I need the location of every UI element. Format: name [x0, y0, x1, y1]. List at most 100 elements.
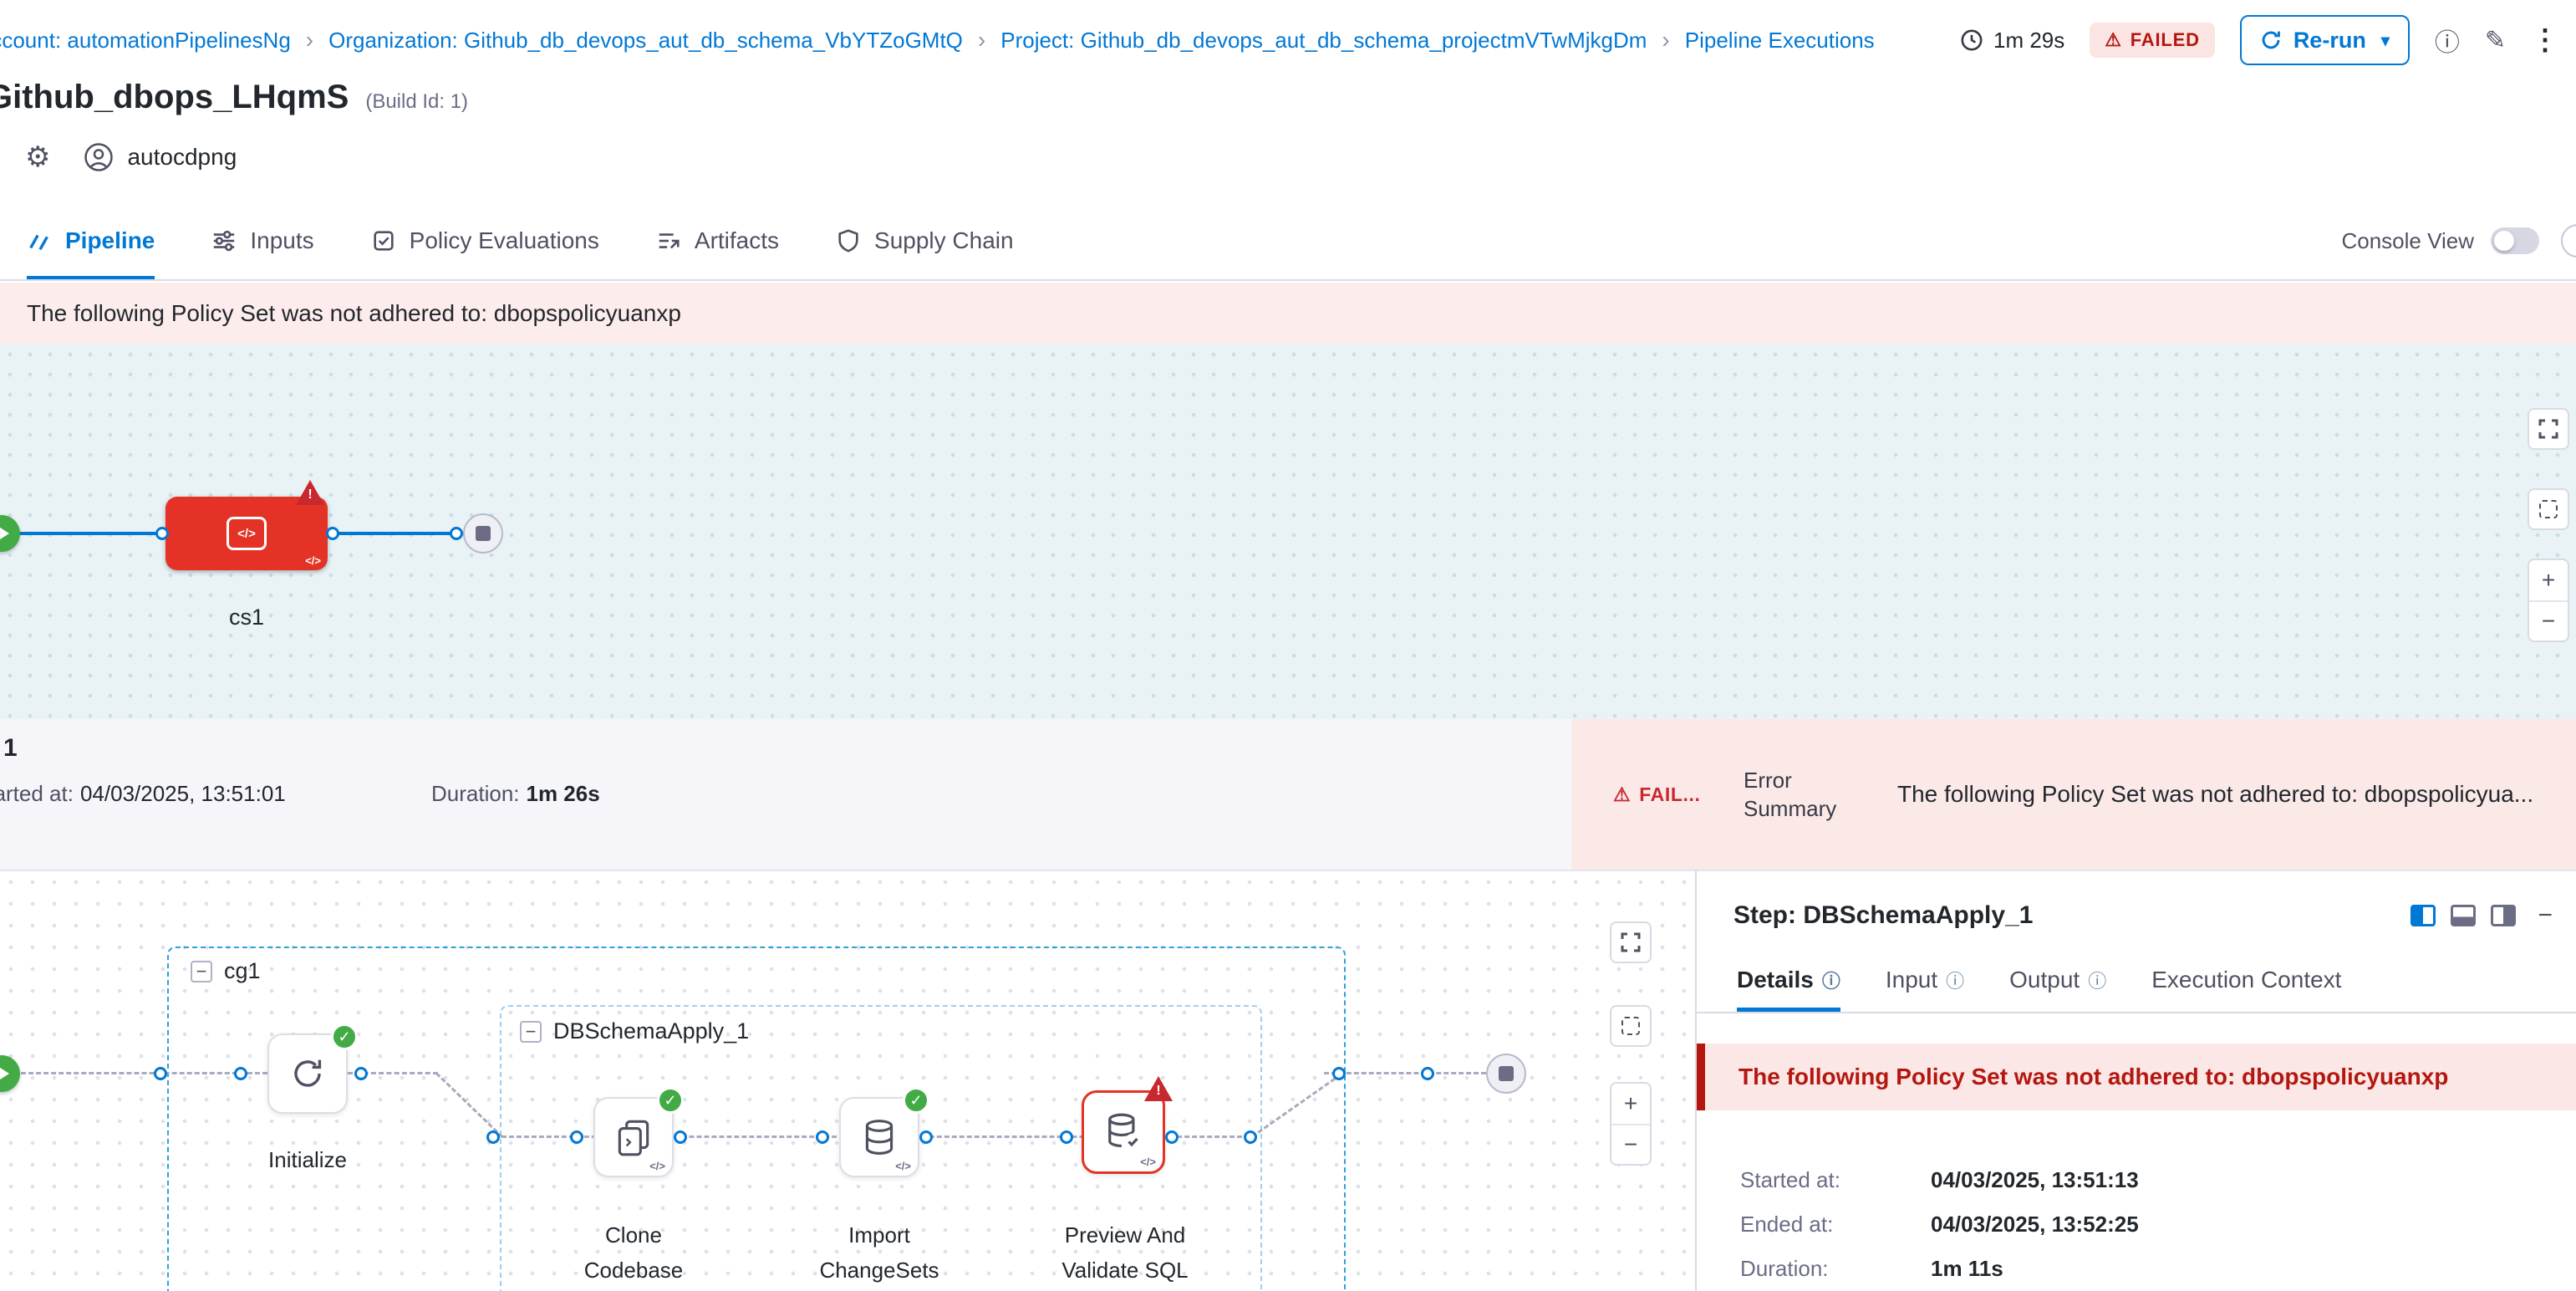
layout-split-left-icon[interactable] — [2411, 905, 2436, 926]
rerun-label: Re-run — [2293, 28, 2366, 54]
layout-split-right-icon[interactable] — [2491, 905, 2516, 926]
info-icon[interactable]: ⓘ — [1946, 967, 1964, 993]
zoom-controls: + − — [2528, 559, 2569, 642]
zoom-out-button[interactable]: − — [1611, 1124, 1650, 1164]
minimize-panel-icon[interactable]: − — [2538, 901, 2553, 930]
layout-split-bottom-icon[interactable] — [2451, 905, 2476, 926]
connector-dot — [326, 527, 339, 540]
gear-icon[interactable]: ⚙ — [25, 140, 50, 174]
error-summary-line1: Error — [1744, 768, 1792, 793]
panel-title: Step: DBSchemaApply_1 — [1733, 901, 2033, 930]
detail-value: 1m 11s — [1931, 1256, 2003, 1282]
zoom-in-button[interactable]: + — [1611, 1084, 1650, 1124]
pipeline-end-node[interactable] — [463, 513, 503, 554]
info-icon[interactable]: ⓘ — [2088, 967, 2106, 993]
connector-dot — [816, 1130, 829, 1144]
zoom-out-button[interactable]: − — [2529, 600, 2568, 640]
step-import-changesets[interactable]: </> ✓ — [839, 1097, 919, 1177]
tab-inputs[interactable]: Inputs — [211, 227, 313, 279]
chevron-down-icon: ▾ — [2381, 30, 2390, 51]
build-id: (Build Id: 1) — [365, 90, 468, 114]
breadcrumb-project[interactable]: Project: Github_db_devops_aut_db_schema_… — [1000, 28, 1647, 54]
execution-end-node[interactable] — [1486, 1054, 1526, 1094]
fullscreen-button[interactable] — [2528, 408, 2569, 450]
chevron-right-icon: › — [1662, 27, 1669, 54]
reset-zoom-button[interactable] — [1610, 1005, 1652, 1047]
connector-dot — [154, 1067, 167, 1080]
play-icon — [0, 1066, 9, 1081]
step-details-list: Started at: 04/03/2025, 13:51:13 Ended a… — [1740, 1167, 2576, 1282]
edge-line — [13, 1072, 267, 1074]
tab-supply-chain[interactable]: Supply Chain — [836, 227, 1014, 279]
tab-details[interactable]: Details ⓘ — [1737, 967, 1840, 1012]
success-check-icon: ✓ — [331, 1023, 358, 1050]
breadcrumb-organization[interactable]: Organization: Github_db_devops_aut_db_sc… — [328, 28, 963, 54]
policy-banner: The following Policy Set was not adhered… — [0, 283, 2576, 344]
step-label-clone-codebase: Clone Codebase — [575, 1217, 692, 1288]
play-icon — [0, 526, 9, 541]
reset-zoom-button[interactable] — [2528, 488, 2569, 530]
breadcrumb-pipeline-executions[interactable]: Pipeline Executions — [1685, 28, 1875, 54]
error-text: The following Policy Set was not adhered… — [1739, 1064, 2448, 1090]
step-initialize[interactable]: ✓ — [267, 1033, 348, 1114]
database-check-icon — [1102, 1110, 1145, 1154]
policy-banner-message: The following Policy Set was not adhered… — [27, 300, 681, 327]
tab-artifacts[interactable]: Artifacts — [656, 227, 779, 279]
tab-input[interactable]: Input ⓘ — [1886, 967, 1964, 1012]
tab-pipeline[interactable]: Pipeline — [27, 227, 155, 279]
group-label-dbschemaapply: − DBSchemaApply_1 — [520, 1018, 749, 1044]
detail-row: Ended at: 04/03/2025, 13:52:25 — [1740, 1212, 2576, 1237]
chevron-right-icon: › — [978, 27, 985, 54]
console-view-toggle[interactable] — [2491, 227, 2539, 254]
collapse-icon[interactable]: − — [520, 1021, 542, 1043]
stepgroup-name: DBSchemaApply_1 — [553, 1018, 749, 1044]
breadcrumb-account[interactable]: Account: automationPipelinesNg — [0, 28, 291, 54]
sliders-icon — [211, 228, 237, 253]
refresh-icon — [2260, 29, 2282, 51]
status-label: FAILED — [2131, 29, 2200, 51]
connector-dot — [1060, 1130, 1073, 1144]
connector-dot — [155, 527, 169, 540]
pipeline-icon — [27, 228, 52, 253]
tab-label: Supply Chain — [874, 227, 1014, 254]
info-icon[interactable]: ⓘ — [2435, 22, 2460, 59]
info-icon[interactable]: ⓘ — [1822, 967, 1840, 993]
tab-policy-evaluations[interactable]: Policy Evaluations — [371, 227, 599, 279]
topbar-actions: 1m 29s ⚠ FAILED Re-run ▾ ⓘ ✎ ⋮ — [1960, 15, 2559, 65]
edit-pencil-icon[interactable]: ✎ — [2485, 26, 2506, 55]
stage-graph-canvas[interactable]: </> </> ! cs1 + − — [0, 344, 2576, 719]
execution-start-node[interactable] — [0, 1055, 20, 1092]
code-icon: </> — [649, 1160, 665, 1172]
toggle-knob — [2494, 231, 2514, 251]
tab-label: Policy Evaluations — [410, 227, 599, 254]
kebab-menu-icon[interactable]: ⋮ — [2531, 23, 2559, 57]
user-avatar-icon — [84, 142, 114, 172]
marquee-icon — [1621, 1017, 1640, 1035]
edge-help-icon[interactable] — [2561, 224, 2576, 258]
tab-label: Execution Context — [2151, 967, 2341, 993]
stage-node-cs1[interactable]: </> </> ! — [165, 497, 328, 570]
username: autocdpng — [127, 144, 237, 171]
tab-execution-context[interactable]: Execution Context — [2151, 967, 2341, 1012]
connector-dot — [486, 1130, 500, 1144]
step-error-message: The following Policy Set was not adhered… — [1697, 1044, 2576, 1110]
zoom-in-button[interactable]: + — [2529, 560, 2568, 600]
console-view-label: Console View — [2341, 228, 2474, 254]
step-preview-validate-sql[interactable]: </> ! — [1082, 1090, 1165, 1174]
page-title: Github_dbops_LHqmS — [0, 79, 349, 116]
panel-header: Step: DBSchemaApply_1 − — [1697, 871, 2576, 930]
rerun-button[interactable]: Re-run ▾ — [2240, 15, 2410, 65]
execution-graph-canvas[interactable]: − cg1 − DBSchemaApply_1 ✓ Initialize </>… — [0, 870, 1695, 1291]
connector-dot — [354, 1067, 368, 1080]
step-clone-codebase[interactable]: </> ✓ — [593, 1097, 674, 1177]
detail-label: Ended at: — [1740, 1212, 1931, 1237]
pipeline-start-node[interactable] — [0, 515, 20, 552]
connector-dot — [450, 527, 463, 540]
detail-value: 04/03/2025, 13:51:13 — [1931, 1167, 2139, 1193]
fullscreen-button[interactable] — [1610, 921, 1652, 963]
step-label-import-changesets: Import ChangeSets — [804, 1217, 955, 1288]
tab-label: Inputs — [250, 227, 313, 254]
step-label-initialize: Initialize — [224, 1142, 391, 1177]
collapse-icon[interactable]: − — [191, 961, 212, 982]
tab-output[interactable]: Output ⓘ — [2009, 967, 2106, 1012]
